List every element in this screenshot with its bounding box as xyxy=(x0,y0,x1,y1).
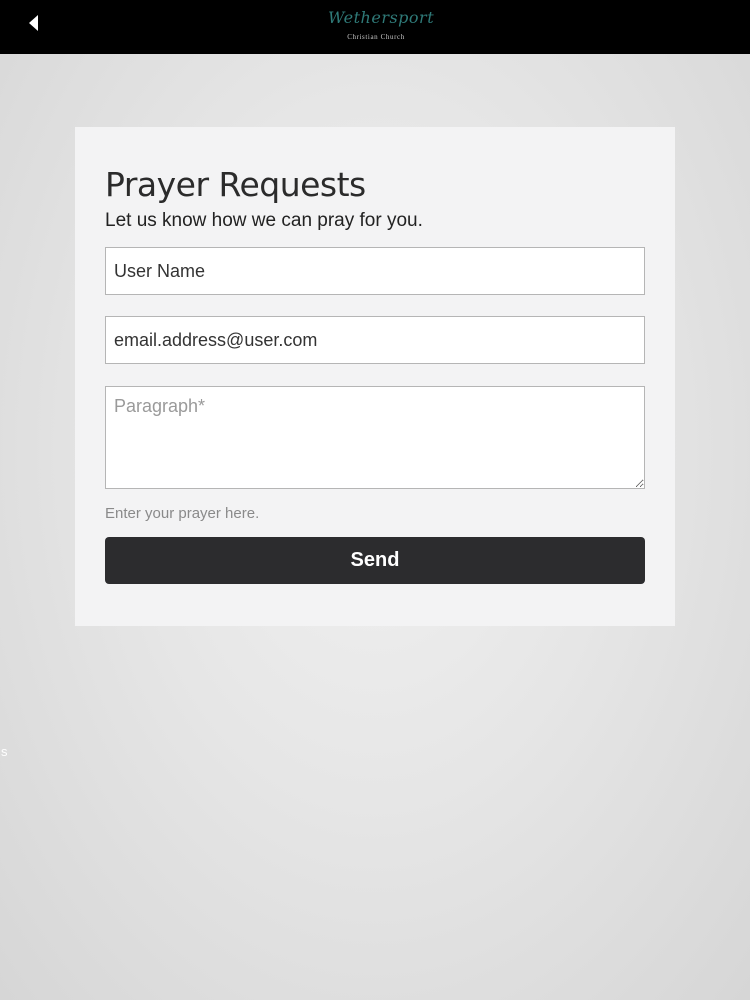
logo-subtitle: Christian Church xyxy=(347,33,405,41)
send-button[interactable]: Send xyxy=(105,537,645,584)
edge-text: s xyxy=(1,744,8,759)
prayer-request-card: Prayer Requests Let us know how we can p… xyxy=(75,127,675,626)
name-field[interactable] xyxy=(105,247,645,295)
page-title: Prayer Requests xyxy=(105,165,366,204)
church-logo: Wethersport Christian Church xyxy=(328,6,435,48)
logo-script-text: Wethersport xyxy=(328,8,435,27)
back-button[interactable] xyxy=(18,9,50,41)
back-arrow-icon xyxy=(27,13,41,38)
prayer-textarea[interactable] xyxy=(105,386,645,489)
top-bar: Wethersport Christian Church xyxy=(0,0,750,54)
help-text: Enter your prayer here. xyxy=(105,505,260,522)
page-subtitle: Let us know how we can pray for you. xyxy=(105,210,423,231)
email-field[interactable] xyxy=(105,316,645,364)
